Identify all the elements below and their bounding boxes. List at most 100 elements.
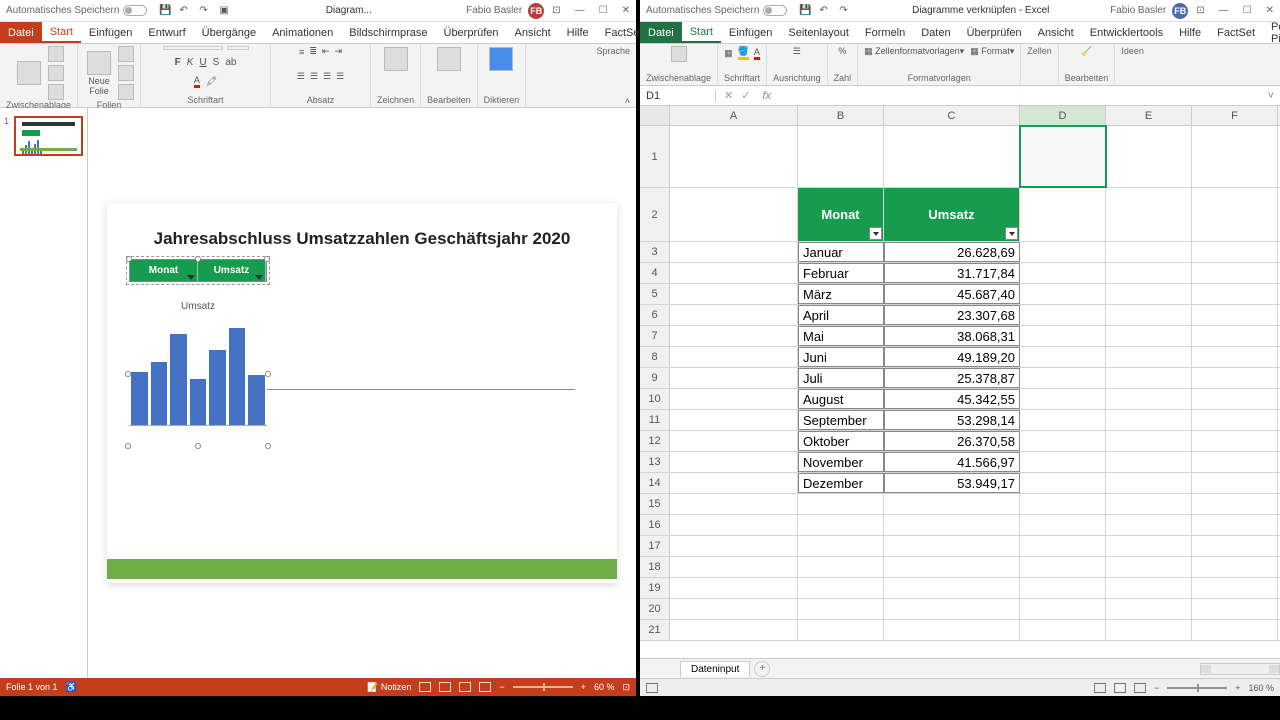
cell[interactable] [670,326,798,346]
minimize-icon[interactable]: — [1219,5,1229,16]
cell[interactable] [1020,515,1106,535]
slide-thumb-1[interactable]: 1 [4,116,83,156]
slide-edit-area[interactable]: Jahresabschluss Umsatzzahlen Geschäftsja… [88,108,636,678]
embedded-chart[interactable]: Umsatz [129,297,267,445]
cell[interactable] [670,389,798,409]
cancel-icon[interactable]: ✕ [724,89,733,102]
cell[interactable] [1020,473,1106,493]
chart-bar[interactable] [248,375,265,425]
col-E[interactable]: E [1106,106,1192,125]
cell[interactable] [1106,126,1192,187]
cell[interactable] [798,515,884,535]
cell[interactable] [670,515,798,535]
normal-view-icon[interactable] [1094,683,1106,693]
cut-icon[interactable] [48,46,64,62]
cell[interactable] [1192,557,1278,577]
cell-monat[interactable]: August [798,389,884,409]
horizontal-scrollbar[interactable] [1200,663,1280,675]
tab-seitenlayout[interactable]: Seitenlayout [780,22,857,43]
cell-umsatz[interactable]: 53.949,17 [884,473,1020,493]
font-color-icon[interactable]: A [194,75,200,88]
row-header[interactable]: 3 [640,242,670,262]
format-painter-icon[interactable] [48,84,64,100]
close-icon[interactable]: ✕ [622,5,630,16]
section-icon[interactable] [118,84,134,100]
chart-bar[interactable] [209,350,226,425]
cell[interactable] [1106,410,1192,430]
cell-monat[interactable]: November [798,452,884,472]
name-box[interactable]: D1 [640,90,716,102]
cell[interactable] [1020,452,1106,472]
cell[interactable] [1020,578,1106,598]
cell[interactable] [884,620,1020,640]
autosave-toggle[interactable] [763,5,787,16]
cell[interactable] [1192,389,1278,409]
cell[interactable] [1106,347,1192,367]
highlight-icon[interactable]: 🖍 [206,76,217,87]
filter-icon[interactable] [1005,227,1018,240]
cell[interactable] [1192,410,1278,430]
paste-button[interactable] [14,60,44,86]
cell[interactable] [1020,242,1106,262]
cell[interactable] [670,284,798,304]
border-icon[interactable]: ▦ [724,48,733,59]
chart-bar[interactable] [229,328,246,425]
font-color-icon[interactable]: A [754,47,760,60]
cell[interactable] [884,515,1020,535]
cell[interactable] [884,578,1020,598]
fill-color-icon[interactable]: 🪣 [738,46,749,60]
cell-umsatz[interactable]: 49.189,20 [884,347,1020,367]
cell[interactable] [1192,188,1278,241]
cell[interactable] [1106,326,1192,346]
chart-bar[interactable] [170,334,187,425]
cell[interactable] [670,431,798,451]
tab-ueberpruefen[interactable]: Überprüfen [959,22,1030,43]
xl-user-area[interactable]: Fabio Basler FB [1110,3,1188,19]
cell[interactable] [670,599,798,619]
reset-icon[interactable] [118,65,134,81]
cell[interactable] [1020,305,1106,325]
th-umsatz[interactable]: Umsatz [198,260,266,281]
cell[interactable] [884,599,1020,619]
cell[interactable] [670,368,798,388]
zoom-in-icon[interactable]: + [581,682,586,692]
cell[interactable] [798,126,884,187]
shadow-button[interactable]: ab [225,57,236,68]
zoom-slider[interactable] [1167,687,1227,689]
drawing-button[interactable] [381,46,411,72]
copy-icon[interactable] [48,65,64,81]
embedded-table[interactable]: Monat Umsatz [129,259,267,282]
tab-entwurf[interactable]: Entwurf [140,22,193,43]
cell[interactable] [670,557,798,577]
cell[interactable] [1192,263,1278,283]
indent-inc-icon[interactable]: ⇥ [334,46,342,57]
cell[interactable] [1106,494,1192,514]
cell-umsatz[interactable]: 45.342,55 [884,389,1020,409]
cell[interactable] [1192,452,1278,472]
undo-icon[interactable]: ↶ [819,5,831,17]
tab-bildschirm[interactable]: Bildschirmprase [341,22,435,43]
row-header[interactable]: 16 [640,515,670,535]
tab-factset[interactable]: FactSet [1209,22,1263,43]
row-header[interactable]: 8 [640,347,670,367]
cell-monat[interactable]: Mai [798,326,884,346]
zoom-level[interactable]: 60 % [594,682,615,692]
align-center-icon[interactable]: ☰ [310,71,318,82]
cell[interactable] [1106,536,1192,556]
cell[interactable] [1192,578,1278,598]
cell[interactable] [670,536,798,556]
format-button[interactable]: ▦ Format▾ [970,46,1014,57]
cell[interactable] [670,473,798,493]
th-monat[interactable]: Monat [130,260,198,281]
align-justify-icon[interactable]: ☰ [336,71,344,82]
layout-icon[interactable] [118,46,134,62]
row-header[interactable]: 10 [640,389,670,409]
align-right-icon[interactable]: ☰ [323,71,331,82]
tab-animationen[interactable]: Animationen [264,22,341,43]
expand-formula-icon[interactable]: ˅ [1262,90,1280,102]
tab-hilfe[interactable]: Hilfe [559,22,597,43]
cell[interactable] [1106,305,1192,325]
filter-icon[interactable] [187,275,195,280]
zoom-level[interactable]: 160 % [1248,683,1274,693]
tab-einfuegen[interactable]: Einfügen [81,22,140,43]
